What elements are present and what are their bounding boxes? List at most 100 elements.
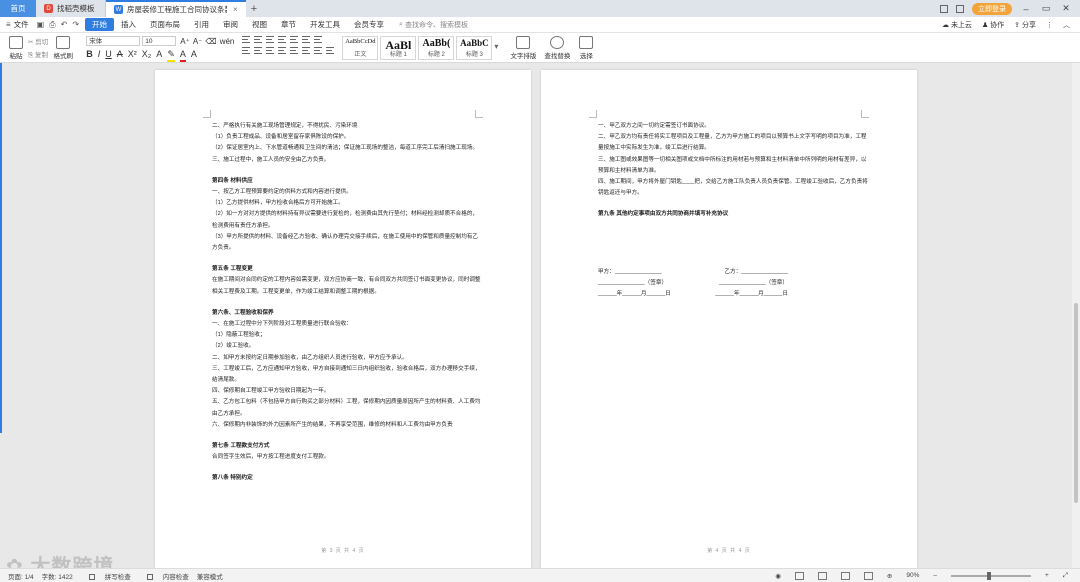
styles-more-icon[interactable]: ▾: [494, 42, 498, 51]
menu-member[interactable]: 会员专享: [347, 19, 391, 30]
zoom-level[interactable]: 90%: [906, 572, 919, 579]
italic-icon[interactable]: I: [98, 49, 101, 62]
font-color-icon[interactable]: A: [179, 49, 186, 62]
underline-icon[interactable]: U: [105, 49, 112, 62]
layout-icon[interactable]: [940, 4, 948, 13]
numbered-list-icon[interactable]: [254, 36, 263, 43]
close-tab-icon[interactable]: ×: [233, 5, 238, 14]
align-center-icon[interactable]: [254, 47, 263, 54]
login-button[interactable]: 立即登录: [972, 2, 1012, 15]
justify-icon[interactable]: [278, 47, 287, 54]
bullet-list-icon[interactable]: [242, 36, 251, 43]
command-search[interactable]: ⌕ 查找命令、搜索模板: [399, 20, 468, 30]
content-check-toggle[interactable]: 内容检查: [139, 571, 189, 581]
show-marks-icon[interactable]: [314, 36, 323, 43]
cloud-status[interactable]: ☁ 未上云: [942, 20, 972, 30]
maximize-icon[interactable]: ▭: [1040, 3, 1052, 14]
font-effect-icon[interactable]: A: [156, 49, 162, 62]
eye-protection-icon[interactable]: ◉: [775, 572, 781, 580]
skin-icon[interactable]: [956, 4, 964, 13]
document-page-3[interactable]: 二、严格执行有关施工现场管理规定，不得扰民、污染环境 （1）负责工程成品、设备和…: [155, 70, 531, 568]
style-normal[interactable]: AaBbCcDd 正文: [342, 36, 379, 60]
highlight-icon[interactable]: ✎: [167, 49, 175, 62]
select-button[interactable]: 选择: [574, 36, 598, 60]
distributed-icon[interactable]: [290, 47, 299, 54]
format-painter-button[interactable]: 格式刷: [48, 36, 78, 60]
copy-button[interactable]: ⎘ 复制: [28, 49, 48, 60]
border-icon[interactable]: [326, 47, 335, 54]
clear-format-icon[interactable]: ⌫: [205, 37, 216, 46]
align-left-icon[interactable]: [242, 47, 251, 54]
scrollbar-thumb[interactable]: [1074, 303, 1078, 503]
sort-icon[interactable]: [302, 36, 311, 43]
style-heading-1[interactable]: AaBl 标题 1: [380, 36, 417, 60]
collapse-ribbon-icon[interactable]: ︿: [1063, 20, 1070, 30]
font-size-select[interactable]: 10: [142, 36, 177, 46]
more-icon[interactable]: ⋮: [1046, 21, 1053, 29]
font-name-select[interactable]: 宋体: [86, 36, 141, 46]
increase-indent-icon[interactable]: [278, 36, 287, 43]
undo-icon[interactable]: ↶: [61, 20, 68, 29]
menu-page-layout[interactable]: 页面布局: [143, 19, 187, 30]
paragraph: （1）乙方提供材料，甲方检收合格后方可开始施工。: [212, 200, 344, 207]
line-spacing-icon[interactable]: [302, 47, 311, 54]
menu-view[interactable]: 视图: [245, 19, 274, 30]
print-icon[interactable]: ⎙: [49, 20, 55, 30]
find-replace-button[interactable]: 查找替换: [540, 36, 574, 60]
outline-view-icon[interactable]: [863, 571, 873, 580]
tab-template[interactable]: D 找稻壳模板: [36, 0, 106, 17]
menu-section[interactable]: 章节: [274, 19, 303, 30]
page-count[interactable]: 页面: 1/4: [8, 571, 34, 581]
decrease-indent-icon[interactable]: [266, 36, 275, 43]
collaborate-label: 协作: [990, 21, 1005, 29]
file-menu[interactable]: ≡ 文件: [0, 19, 29, 30]
magnifier-icon: [550, 36, 565, 49]
cut-button[interactable]: ✂ 剪切: [28, 36, 48, 46]
menu-developer[interactable]: 开发工具: [303, 19, 347, 30]
full-screen-icon[interactable]: [817, 571, 827, 580]
tab-document[interactable]: W 房屋装修工程施工合同协议条款 ×: [106, 0, 246, 17]
word-count[interactable]: 字数: 1422: [42, 571, 73, 581]
paste-button[interactable]: 粘贴: [4, 36, 28, 60]
party-a-date: ______年______月______日: [598, 291, 671, 298]
style-heading-3[interactable]: AaBbC 标题 3: [456, 36, 493, 60]
collaborate-button[interactable]: ♟ 协作: [982, 20, 1004, 30]
globe-icon[interactable]: ⊕: [887, 572, 892, 580]
page-view-icon[interactable]: [794, 571, 804, 580]
align-right-icon[interactable]: [266, 47, 275, 54]
strikethrough-icon[interactable]: A: [117, 49, 123, 62]
text-layout-button[interactable]: 文字排版: [506, 36, 540, 60]
menu-start[interactable]: 开始: [85, 18, 115, 31]
shading-icon[interactable]: [314, 47, 323, 54]
superscript-icon[interactable]: X²: [128, 49, 137, 62]
vertical-scrollbar[interactable]: [1072, 63, 1080, 568]
zoom-slider[interactable]: [951, 571, 1031, 580]
menu-references[interactable]: 引用: [187, 19, 216, 30]
zoom-in-icon[interactable]: +: [1045, 572, 1049, 579]
checkbox-icon: [146, 573, 153, 580]
chinese-layout-icon[interactable]: [290, 36, 299, 43]
style-heading-2[interactable]: AaBb( 标题 2: [418, 36, 455, 60]
grow-font-icon[interactable]: A⁺: [180, 37, 190, 46]
redo-icon[interactable]: ↷: [72, 20, 79, 29]
save-icon[interactable]: ▣: [37, 20, 45, 29]
menu-review[interactable]: 审阅: [216, 19, 245, 30]
minimize-icon[interactable]: –: [1020, 4, 1032, 14]
menu-insert[interactable]: 插入: [114, 19, 143, 30]
section-heading: 第五条 工程变更: [212, 266, 253, 273]
web-view-icon[interactable]: [840, 571, 850, 580]
document-page-4[interactable]: 一、甲乙双方之间一切约定需签订书面协议。 二、甲乙双方均有责任将实工程项目及工程…: [541, 70, 917, 568]
close-window-icon[interactable]: ✕: [1060, 3, 1072, 14]
phonetic-icon[interactable]: wén: [220, 37, 235, 46]
char-shading-icon[interactable]: A: [191, 49, 197, 62]
subscript-icon[interactable]: X₂: [142, 49, 152, 62]
bold-icon[interactable]: B: [86, 49, 93, 62]
shrink-font-icon[interactable]: A⁻: [193, 37, 203, 46]
zoom-out-icon[interactable]: –: [933, 572, 937, 579]
tab-home[interactable]: 首页: [0, 0, 36, 17]
new-tab-button[interactable]: +: [246, 0, 262, 17]
fit-page-icon[interactable]: ⤢: [1063, 572, 1068, 580]
spell-check-toggle[interactable]: 拼写检查: [81, 571, 131, 581]
share-button[interactable]: ⇪ 分享: [1014, 20, 1036, 30]
menu-right-actions: ☁ 未上云 ♟ 协作 ⇪ 分享 ⋮ ︿: [942, 20, 1080, 30]
